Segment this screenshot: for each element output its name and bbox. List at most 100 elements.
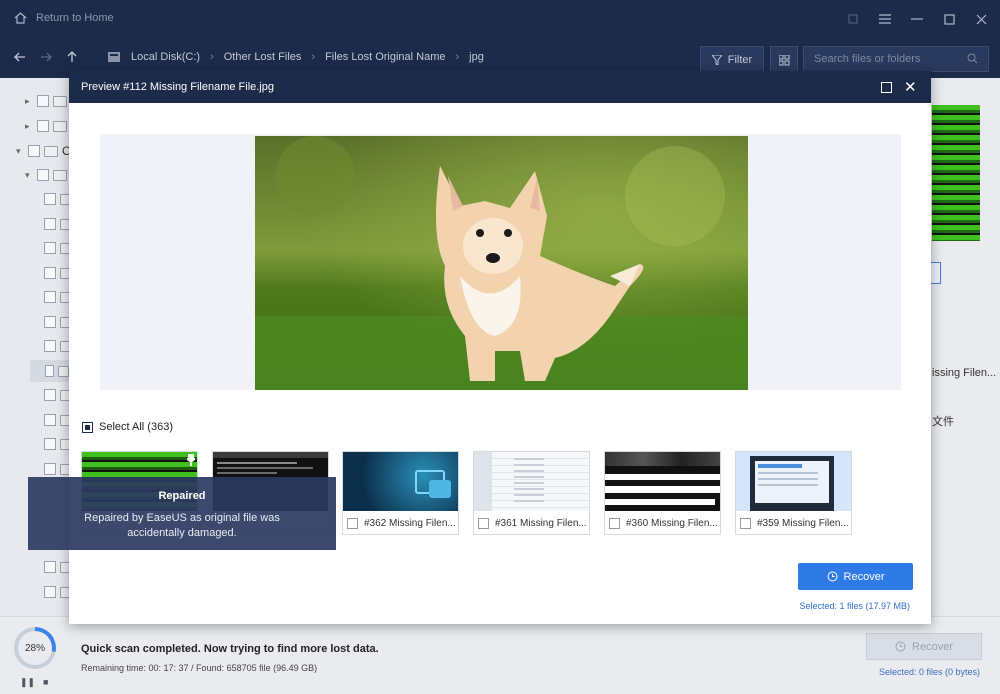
home-label: Return to Home bbox=[36, 12, 114, 24]
selected-summary: Selected: 1 files (17.97 MB) bbox=[799, 601, 910, 611]
collapse-arrow-icon[interactable]: ▾ bbox=[25, 170, 33, 181]
tree-item[interactable]: ▾Ot bbox=[16, 140, 75, 162]
tooltip-title: Repaired bbox=[158, 490, 206, 502]
checkbox[interactable] bbox=[44, 561, 56, 573]
preview-image bbox=[255, 136, 748, 390]
pause-icon[interactable]: ❚❚ bbox=[20, 677, 35, 688]
breadcrumb: Local Disk(C:) › Other Lost Files › File… bbox=[107, 51, 484, 63]
repaired-tooltip: Repaired Repaired by EaseUS as original … bbox=[28, 477, 336, 550]
thumbnail-image bbox=[605, 452, 720, 511]
selected-summary: Selected: 0 files (0 bytes) bbox=[878, 667, 980, 677]
scan-status-title: Quick scan completed. Now trying to find… bbox=[81, 643, 379, 655]
folder-icon bbox=[58, 365, 69, 377]
checkbox[interactable] bbox=[347, 518, 358, 529]
checkbox[interactable] bbox=[44, 291, 56, 303]
dialog-header: Preview #112 Missing Filename File.jpg ✕ bbox=[69, 71, 931, 103]
breadcrumb-item[interactable]: jpg bbox=[469, 51, 484, 63]
checkbox[interactable] bbox=[740, 518, 751, 529]
maximize-icon[interactable] bbox=[942, 12, 956, 26]
thumbnail-card[interactable]: #360 Missing Filen... bbox=[604, 451, 721, 535]
chevron-right-icon: › bbox=[311, 51, 316, 63]
checkbox[interactable] bbox=[44, 438, 56, 450]
tooltip-description: Repaired by EaseUS as original file was … bbox=[84, 512, 280, 539]
recover-button[interactable]: Recover bbox=[798, 563, 913, 590]
expand-arrow-icon[interactable]: ▸ bbox=[25, 96, 33, 107]
recover-button-disabled[interactable]: Recover bbox=[866, 633, 982, 660]
select-all-checkbox[interactable]: Select All (363) bbox=[82, 421, 173, 433]
checkbox[interactable] bbox=[44, 316, 56, 328]
tree-item-selected[interactable] bbox=[30, 360, 69, 382]
stop-icon[interactable]: ■ bbox=[43, 677, 48, 687]
status-bar: 28% ❚❚ ■ Quick scan completed. Now tryin… bbox=[0, 616, 1000, 694]
checkbox[interactable] bbox=[44, 242, 56, 254]
filter-icon bbox=[711, 55, 722, 65]
thumbnail-card[interactable]: #359 Missing Filen... bbox=[735, 451, 852, 535]
breadcrumb-item[interactable]: Local Disk(C:) bbox=[131, 51, 200, 63]
recover-label: Recover bbox=[843, 570, 885, 583]
folder-icon bbox=[53, 169, 67, 181]
file-name-label: issing Filen... bbox=[932, 367, 997, 379]
thumbnail-label: #361 Missing Filen... bbox=[478, 518, 587, 529]
checkbox[interactable] bbox=[478, 518, 489, 529]
search-icon bbox=[967, 53, 978, 64]
filter-label: Filter bbox=[727, 54, 753, 66]
breadcrumb-item[interactable]: Other Lost Files bbox=[224, 51, 302, 63]
image-preview-area bbox=[100, 134, 901, 390]
chevron-right-icon: › bbox=[455, 51, 460, 63]
breadcrumb-item[interactable]: Files Lost Original Name bbox=[325, 51, 445, 63]
file-thumbnail[interactable] bbox=[932, 105, 980, 241]
home-icon bbox=[14, 12, 27, 24]
folder-icon bbox=[53, 95, 67, 107]
repaired-badge-icon bbox=[187, 454, 195, 466]
checkbox[interactable] bbox=[44, 463, 56, 475]
checkbox[interactable] bbox=[37, 95, 49, 107]
checkbox[interactable] bbox=[609, 518, 620, 529]
minimize-icon[interactable] bbox=[910, 12, 924, 26]
checkbox[interactable] bbox=[44, 586, 56, 598]
expand-arrow-icon[interactable]: ▸ bbox=[25, 121, 33, 132]
up-arrow-icon[interactable] bbox=[66, 51, 78, 66]
checkbox[interactable] bbox=[44, 389, 56, 401]
checkbox[interactable] bbox=[44, 267, 56, 279]
checkbox[interactable] bbox=[44, 218, 56, 230]
thumbnail-label: #360 Missing Filen... bbox=[609, 518, 718, 529]
filter-button[interactable]: Filter bbox=[700, 46, 764, 74]
thumbnail-image bbox=[343, 452, 458, 511]
thumbnail-card[interactable]: #362 Missing Filen... bbox=[342, 451, 459, 535]
thumbnail-card[interactable]: #361 Missing Filen... bbox=[473, 451, 590, 535]
return-home-link[interactable]: Return to Home bbox=[14, 12, 114, 24]
preview-button-edge[interactable] bbox=[930, 262, 941, 284]
close-icon[interactable]: ✕ bbox=[904, 78, 917, 96]
grid-view-button[interactable] bbox=[770, 46, 798, 74]
checkbox[interactable] bbox=[37, 169, 49, 181]
checkbox[interactable] bbox=[44, 340, 56, 352]
checkbox[interactable] bbox=[37, 120, 49, 132]
select-all-label: Select All (363) bbox=[99, 421, 173, 433]
forward-arrow-icon[interactable] bbox=[40, 51, 52, 66]
checkbox[interactable] bbox=[28, 145, 40, 157]
search-placeholder: Search files or folders bbox=[814, 53, 921, 65]
checkbox[interactable] bbox=[44, 414, 56, 426]
close-icon[interactable] bbox=[974, 12, 988, 26]
scan-progress-ring: 28% bbox=[14, 627, 56, 669]
feedback-icon[interactable] bbox=[846, 12, 860, 26]
folder-icon bbox=[53, 120, 67, 132]
dialog-title: Preview #112 Missing Filename File.jpg bbox=[81, 81, 274, 93]
recover-icon bbox=[827, 571, 838, 582]
recover-icon bbox=[895, 641, 906, 652]
thumbnail-image bbox=[736, 452, 851, 511]
back-arrow-icon[interactable] bbox=[14, 51, 26, 66]
thumbnail-image bbox=[474, 452, 589, 511]
search-input[interactable]: Search files or folders bbox=[803, 46, 989, 72]
grid-icon bbox=[778, 54, 789, 65]
collapse-arrow-icon[interactable]: ▾ bbox=[16, 146, 24, 157]
chevron-right-icon: › bbox=[210, 51, 214, 63]
checkbox[interactable] bbox=[44, 193, 56, 205]
checkbox[interactable] bbox=[44, 365, 54, 377]
recover-label: Recover bbox=[912, 640, 953, 653]
disk-icon bbox=[108, 52, 120, 62]
maximize-icon[interactable] bbox=[881, 82, 892, 93]
menu-icon[interactable] bbox=[878, 12, 892, 26]
thumbnail-label: #362 Missing Filen... bbox=[347, 518, 456, 529]
checkbox-checked[interactable] bbox=[82, 421, 93, 433]
